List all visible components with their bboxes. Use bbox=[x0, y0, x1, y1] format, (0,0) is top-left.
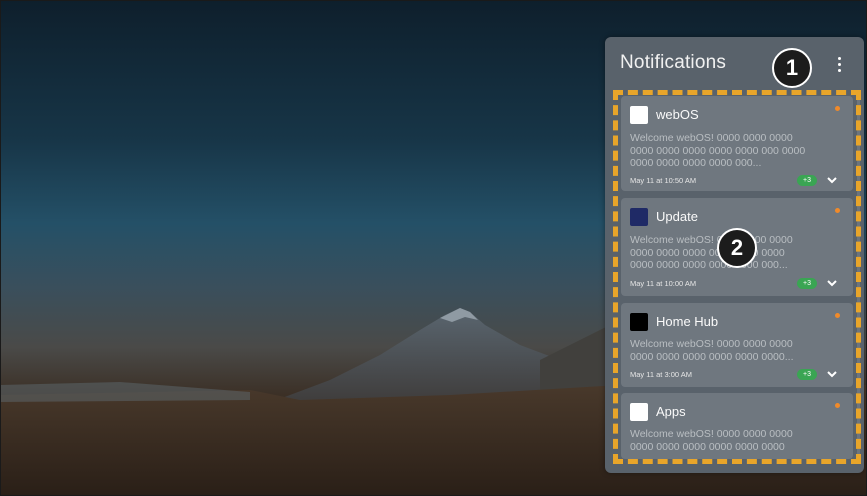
card-time: May 11 at 3:00 AM bbox=[630, 370, 692, 379]
card-body: Welcome webOS! 0000 0000 0000 0000 0000 … bbox=[630, 428, 793, 454]
card-body: Welcome webOS! 0000 0000 0000 0000 0000 … bbox=[630, 132, 806, 169]
card-body: Welcome webOS! 0000 0000 0000 0000 0000 … bbox=[630, 338, 794, 363]
card-title: Apps bbox=[656, 404, 686, 419]
scrollbar[interactable] bbox=[857, 96, 860, 456]
more-vertical-icon[interactable] bbox=[833, 55, 845, 75]
unread-dot bbox=[835, 313, 840, 318]
chevron-down-icon[interactable] bbox=[826, 279, 838, 287]
card-title: webOS bbox=[656, 107, 699, 122]
unread-dot bbox=[835, 208, 840, 213]
notification-card-home-hub[interactable]: Home Hub Welcome webOS! 0000 0000 0000 0… bbox=[621, 303, 853, 387]
callout-2: 2 bbox=[717, 228, 757, 268]
chevron-down-icon[interactable] bbox=[826, 176, 838, 184]
notification-card-apps[interactable]: Apps Welcome webOS! 0000 0000 0000 0000 … bbox=[621, 393, 853, 459]
count-badge: +3 bbox=[797, 175, 817, 186]
chevron-down-icon[interactable] bbox=[826, 370, 838, 378]
card-time: May 11 at 10:00 AM bbox=[630, 279, 697, 288]
card-time: May 11 at 10:50 AM bbox=[630, 176, 697, 185]
apps-app-icon bbox=[630, 403, 648, 421]
unread-dot bbox=[835, 403, 840, 408]
panel-title: Notifications bbox=[620, 52, 727, 73]
home-hub-app-icon bbox=[630, 313, 648, 331]
update-app-icon bbox=[630, 208, 648, 226]
callout-1: 1 bbox=[772, 48, 812, 88]
card-title: Update bbox=[656, 209, 698, 224]
count-badge: +3 bbox=[797, 278, 817, 289]
unread-dot bbox=[835, 106, 840, 111]
webos-app-icon bbox=[630, 106, 648, 124]
notification-card-webos[interactable]: webOS Welcome webOS! 0000 0000 0000 0000… bbox=[621, 96, 853, 191]
count-badge: +3 bbox=[797, 369, 817, 380]
card-title: Home Hub bbox=[656, 314, 719, 329]
